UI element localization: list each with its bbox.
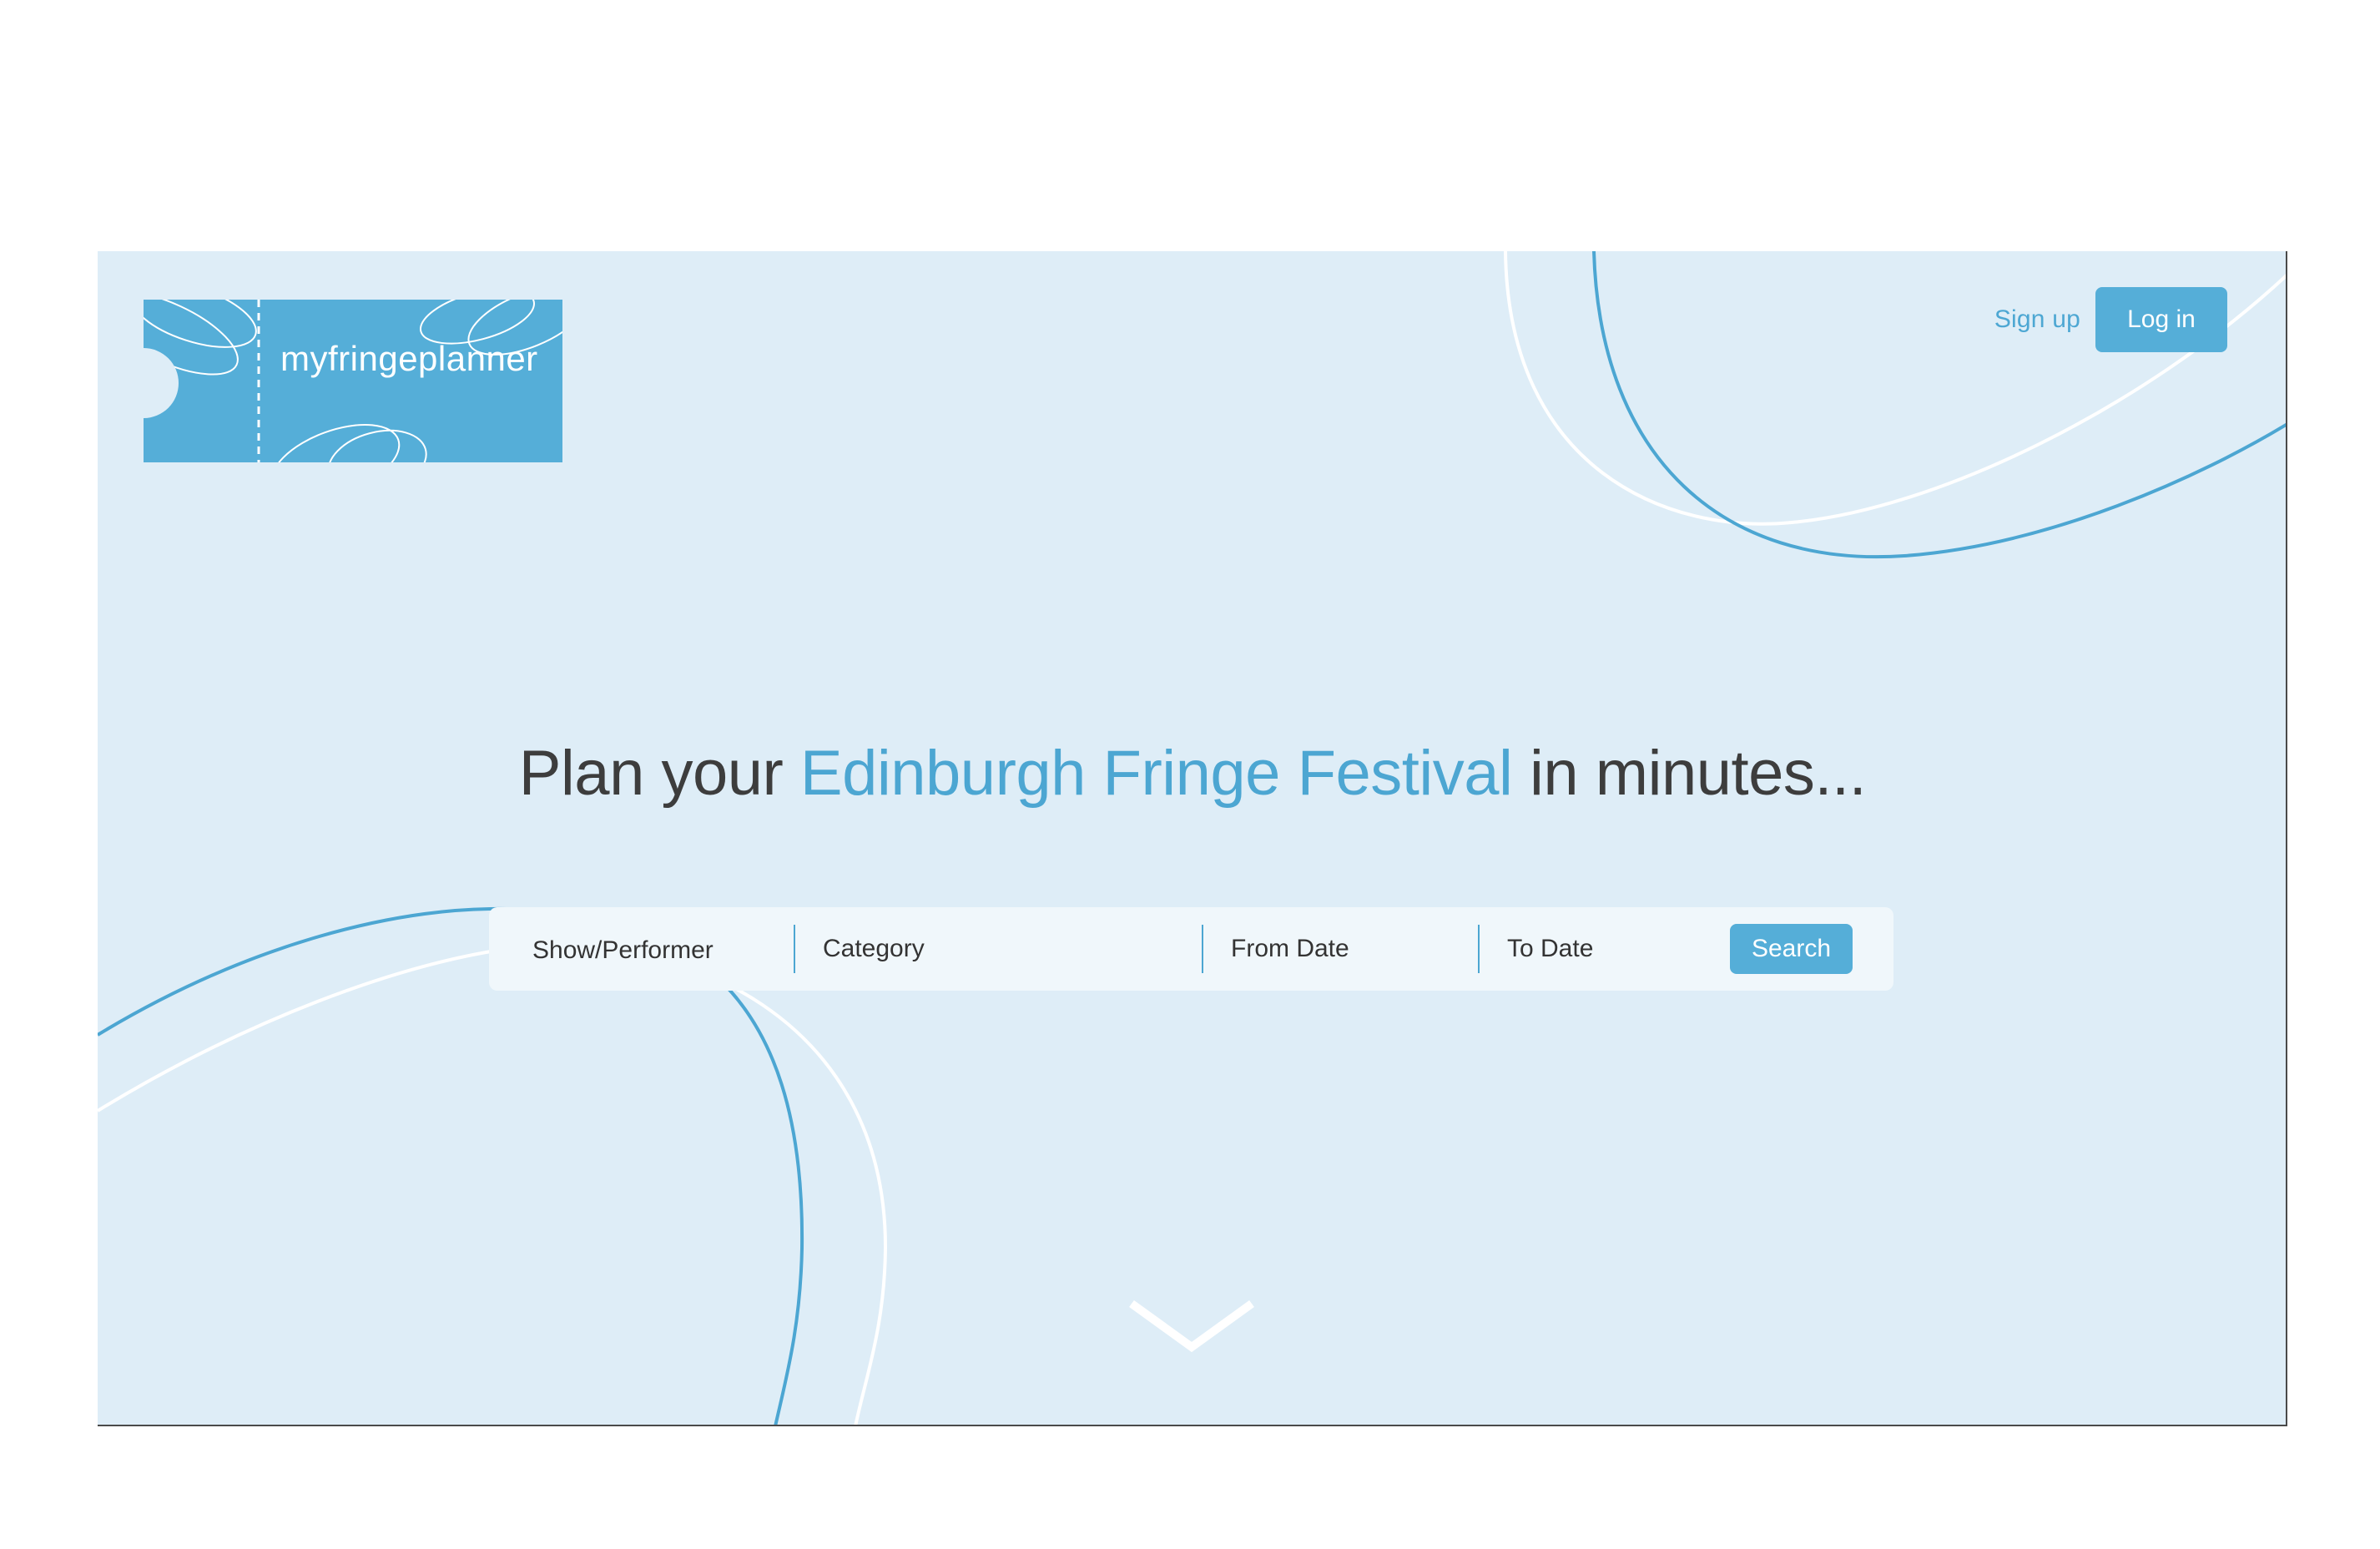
decor-arc-bottom-white: [98, 944, 888, 1425]
headline-text-end: in minutes...: [1512, 738, 1867, 809]
chevron-down-icon[interactable]: [1128, 1299, 1255, 1354]
headline-text-start: Plan your: [518, 738, 800, 809]
headline-accent-text: Edinburgh Fringe Festival: [799, 738, 1513, 809]
to-date-input[interactable]: [1507, 935, 1755, 963]
search-bar: Search: [489, 907, 1893, 991]
from-date-field[interactable]: [1203, 907, 1478, 991]
search-button[interactable]: Search: [1730, 924, 1853, 974]
from-date-input[interactable]: [1231, 935, 1478, 963]
category-input[interactable]: [823, 935, 1202, 963]
category-field[interactable]: [795, 907, 1202, 991]
show-performer-input[interactable]: [532, 936, 794, 965]
header-nav: Sign up Log in: [1994, 287, 2227, 352]
show-performer-field[interactable]: [489, 907, 794, 991]
landing-page: myfringeplanner Sign up Log in Plan your…: [98, 251, 2287, 1426]
logo-text: myfringeplanner: [280, 339, 538, 378]
signup-link[interactable]: Sign up: [1994, 305, 2080, 334]
hero-headline: Plan your Edinburgh Fringe Festival in m…: [98, 742, 2286, 805]
to-date-field[interactable]: [1480, 907, 1755, 991]
login-button[interactable]: Log in: [2095, 287, 2227, 352]
ticket-logo-graphic: [144, 300, 562, 462]
